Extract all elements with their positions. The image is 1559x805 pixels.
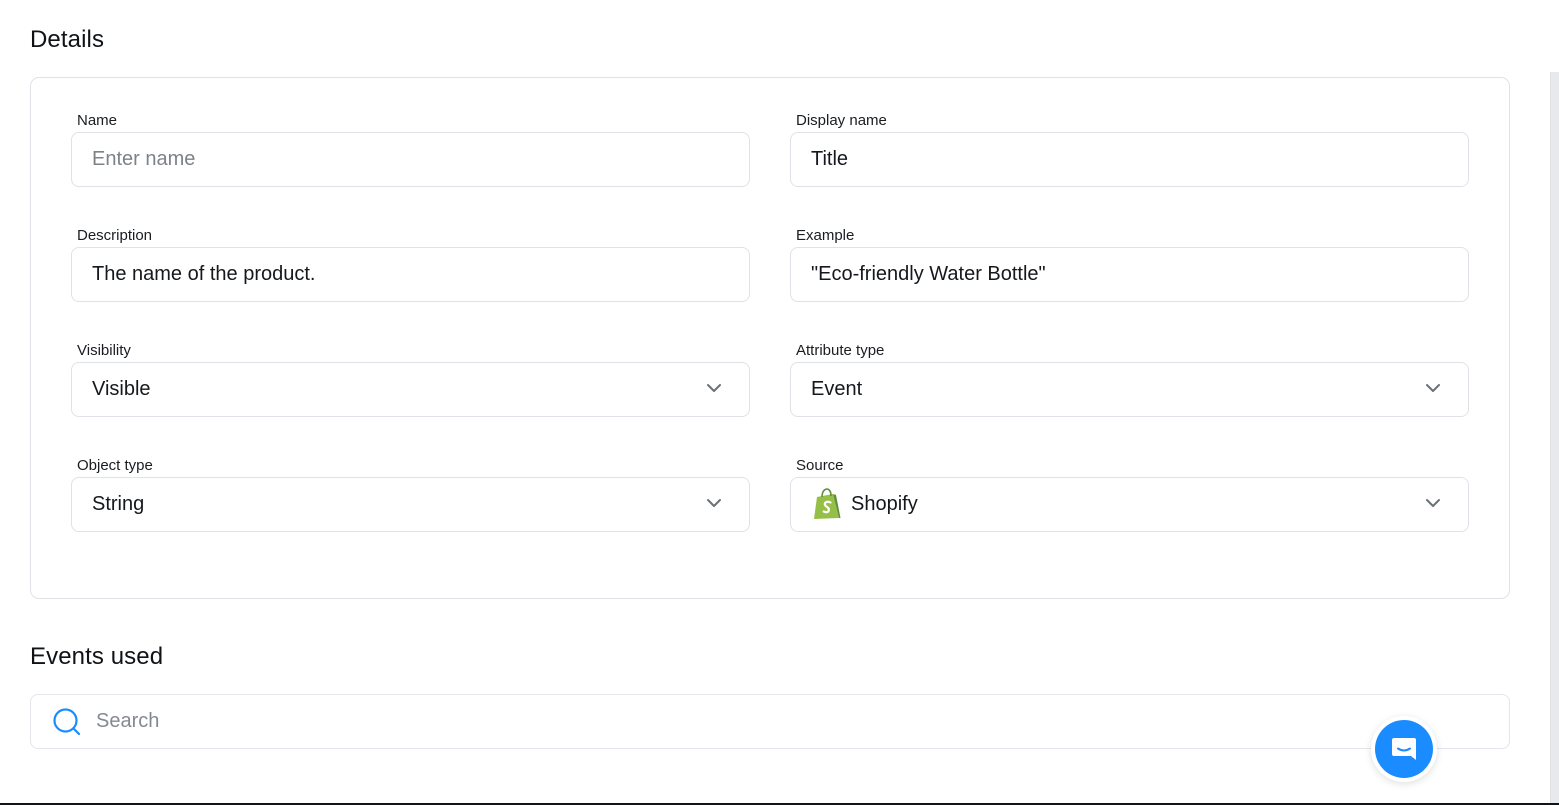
description-input-wrapper: [71, 247, 750, 302]
object-type-select[interactable]: String: [71, 477, 750, 532]
search-icon: [53, 708, 81, 736]
chat-launcher-button[interactable]: [1371, 716, 1437, 782]
visibility-label: Visibility: [77, 342, 131, 359]
events-used-section-title: Events used: [30, 643, 164, 670]
source-label: Source: [796, 457, 844, 474]
chevron-down-icon: [707, 384, 721, 392]
visibility-select[interactable]: Visible: [71, 362, 750, 417]
chevron-down-icon: [707, 499, 721, 507]
source-selected-value: Shopify: [851, 493, 918, 515]
example-label: Example: [796, 227, 855, 244]
source-select[interactable]: Shopify: [790, 477, 1469, 532]
name-label: Name: [77, 112, 118, 129]
attribute-details-page: Details Name Display name Description Ex…: [0, 0, 1559, 805]
details-card: Name Display name Description Example Vi: [30, 77, 1510, 599]
name-input[interactable]: [92, 133, 712, 186]
shopify-icon: [814, 488, 841, 519]
attribute-type-label: Attribute type: [796, 342, 885, 359]
page-scrollbar-thumb[interactable]: [1550, 72, 1559, 805]
details-section-title: Details: [30, 26, 105, 53]
chat-icon: [1392, 738, 1416, 760]
name-input-wrapper: [71, 132, 750, 187]
object-type-label: Object type: [77, 457, 153, 474]
example-input[interactable]: [811, 248, 1431, 301]
object-type-selected-value: String: [92, 493, 145, 515]
description-label: Description: [77, 227, 153, 244]
chat-launcher-circle: [1375, 720, 1433, 778]
events-search-box: [30, 694, 1510, 749]
chevron-down-icon: [1426, 384, 1440, 392]
display-name-input[interactable]: [811, 133, 1431, 186]
display-name-input-wrapper: [790, 132, 1469, 187]
example-input-wrapper: [790, 247, 1469, 302]
visibility-selected-value: Visible: [92, 378, 151, 400]
attribute-type-selected-value: Event: [811, 378, 863, 400]
attribute-type-select[interactable]: Event: [790, 362, 1469, 417]
display-name-label: Display name: [796, 112, 887, 129]
description-input[interactable]: [92, 248, 712, 301]
events-search-input[interactable]: [96, 695, 1396, 748]
chevron-down-icon: [1426, 499, 1440, 507]
page-scrollbar[interactable]: [1550, 72, 1559, 805]
